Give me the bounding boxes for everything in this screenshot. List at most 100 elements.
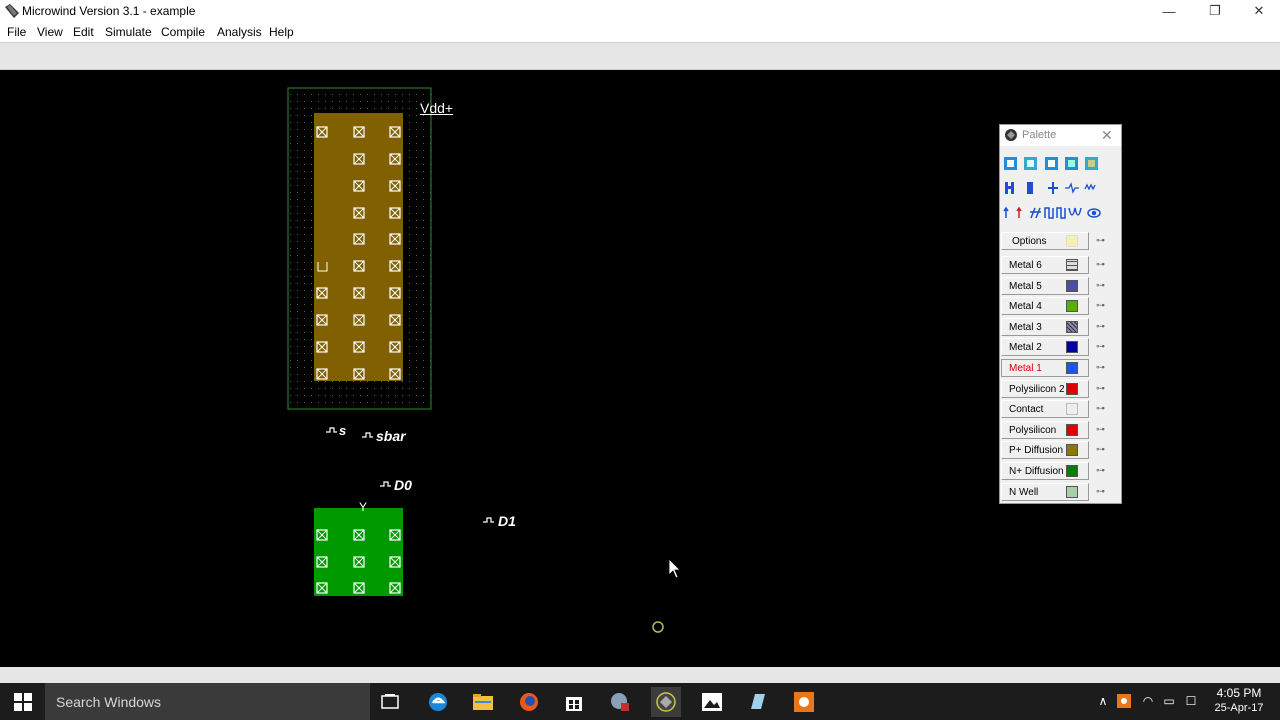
label-sbar[interactable]: sbar — [376, 428, 406, 444]
label-vdd[interactable]: Vdd+ — [420, 100, 453, 116]
palette-layer-metal-3[interactable]: Metal 3 — [1001, 318, 1089, 336]
search-box[interactable]: Search Windows — [45, 683, 370, 720]
pin-icon[interactable]: ⊶ — [1096, 300, 1105, 311]
tray-app-icon[interactable] — [1115, 692, 1133, 710]
palette-layer-metal-2[interactable]: Metal 2 — [1001, 338, 1089, 356]
menu-view[interactable]: View — [37, 25, 63, 39]
palette-layer-p-diffusion[interactable]: P+ Diffusion — [1001, 441, 1089, 459]
palette-tool-icons — [1003, 157, 1101, 219]
input-signal-icons — [326, 427, 494, 523]
pin-icon[interactable]: ⊶ — [1096, 362, 1105, 373]
layer-swatch — [1066, 486, 1078, 498]
pin-icon[interactable]: ⊶ — [1096, 321, 1105, 332]
layer-swatch — [1066, 444, 1078, 456]
clock-date[interactable]: 25-Apr-17 — [1210, 702, 1268, 714]
palette-close-button[interactable]: ✕ — [1101, 127, 1113, 144]
menu-compile[interactable]: Compile — [161, 25, 205, 39]
layer-label: Metal 4 — [1009, 301, 1042, 312]
tray-chevron-up-icon[interactable]: ∧ — [1094, 692, 1112, 710]
palette-layer-metal-6[interactable]: Metal 6 — [1001, 256, 1089, 274]
palette-window: Palette ✕ Options ⊶ Metal 6 ⊶ Metal 5 ⊶ … — [999, 124, 1122, 504]
layer-swatch — [1066, 465, 1078, 477]
app-page-icon[interactable] — [743, 687, 773, 717]
layer-swatch — [1066, 362, 1078, 374]
layer-swatch — [1066, 280, 1078, 292]
layer-swatch — [1066, 321, 1078, 333]
palette-layer-n-diffusion[interactable]: N+ Diffusion — [1001, 462, 1089, 480]
menu-analysis[interactable]: Analysis — [217, 25, 262, 39]
maximize-button[interactable]: ❐ — [1192, 0, 1238, 22]
clock-time[interactable]: 4:05 PM — [1212, 686, 1266, 700]
pin-icon[interactable]: ⊶ — [1096, 424, 1105, 435]
layer-swatch — [1066, 424, 1078, 436]
options-swatch — [1066, 235, 1078, 247]
layer-label: Polysilicon — [1009, 425, 1057, 436]
layer-label: Metal 1 — [1009, 363, 1042, 374]
menu-help[interactable]: Help — [269, 25, 294, 39]
menu-file[interactable]: File — [7, 25, 26, 39]
microwind-app-icon — [5, 4, 19, 18]
minimize-button[interactable]: — — [1146, 0, 1192, 22]
search-placeholder: Search Windows — [56, 694, 162, 710]
windows-logo-icon — [14, 693, 32, 711]
file-explorer-icon[interactable] — [468, 687, 498, 717]
menu-edit[interactable]: Edit — [73, 25, 94, 39]
photos-icon[interactable] — [697, 687, 727, 717]
palette-layer-n-well[interactable]: N Well — [1001, 483, 1089, 501]
start-button[interactable] — [8, 687, 38, 717]
pin-icon[interactable]: ⊶ — [1096, 403, 1105, 414]
layer-swatch — [1066, 259, 1078, 271]
firefox-icon[interactable] — [514, 687, 544, 717]
status-strip — [0, 667, 1280, 683]
palette-tool-row-3 — [1003, 206, 1101, 219]
p-diffusion — [314, 113, 403, 381]
pin-icon[interactable]: ⊶ — [1096, 259, 1105, 270]
layer-label: Contact — [1009, 404, 1044, 415]
store-icon[interactable] — [559, 687, 589, 717]
pin-icon[interactable]: ⊶ — [1096, 383, 1105, 394]
layer-label: Metal 3 — [1009, 322, 1042, 333]
layer-swatch — [1066, 300, 1078, 312]
app-orange-icon[interactable] — [789, 687, 819, 717]
label-d1[interactable]: D1 — [498, 513, 516, 529]
pin-icon[interactable]: ⊶ — [1096, 465, 1105, 476]
pin-icon[interactable]: ⊶ — [1096, 341, 1105, 352]
cursor-target-circle — [652, 621, 664, 633]
notification-icon[interactable]: ☐ — [1182, 692, 1200, 710]
battery-icon[interactable]: ▭ — [1160, 692, 1178, 710]
palette-app-icon — [1005, 129, 1017, 141]
layer-label: P+ Diffusion — [1009, 445, 1064, 456]
palette-layer-metal-5[interactable]: Metal 5 — [1001, 277, 1089, 295]
label-y[interactable]: Y — [359, 500, 367, 514]
pin-icon[interactable]: ⊶ — [1096, 444, 1105, 455]
microwind-taskbar-icon[interactable] — [651, 687, 681, 717]
layer-label: Metal 6 — [1009, 260, 1042, 271]
task-view-icon[interactable] — [375, 687, 405, 717]
layer-swatch — [1066, 403, 1078, 415]
palette-layer-contact[interactable]: Contact — [1001, 400, 1089, 418]
layer-label: N+ Diffusion — [1009, 466, 1064, 477]
pin-icon[interactable]: ⊶ — [1096, 235, 1105, 246]
wifi-icon[interactable]: ◠ — [1139, 692, 1157, 710]
palette-layer-polysilicon[interactable]: Polysilicon — [1001, 421, 1089, 439]
layer-label: Metal 2 — [1009, 342, 1042, 353]
palette-title: Palette — [1022, 129, 1057, 141]
palette-titlebar[interactable]: Palette ✕ — [1000, 125, 1121, 146]
label-d0[interactable]: D0 — [394, 477, 412, 493]
windows-taskbar: Search Windows ∧ ◠ ▭ ☐ 4:05 PM 25-Apr-17 — [0, 683, 1280, 720]
layer-label: Polysilicon 2 — [1009, 384, 1065, 395]
layer-swatch — [1066, 341, 1078, 353]
pin-icon[interactable]: ⊶ — [1096, 486, 1105, 497]
pin-icon[interactable]: ⊶ — [1096, 280, 1105, 291]
edge-browser-icon[interactable] — [423, 687, 453, 717]
palette-layer-metal-1[interactable]: Metal 1 — [1001, 359, 1089, 377]
palette-layer-metal-4[interactable]: Metal 4 — [1001, 297, 1089, 315]
palette-layer-polysilicon-2[interactable]: Polysilicon 2 — [1001, 380, 1089, 398]
palette-options-button[interactable]: Options — [1001, 232, 1089, 250]
palette-tool-row-1 — [1004, 157, 1098, 170]
label-s[interactable]: s — [339, 423, 346, 438]
close-button[interactable]: ✕ — [1236, 0, 1280, 22]
menu-simulate[interactable]: Simulate — [105, 25, 152, 39]
toolbar-area — [0, 42, 1280, 70]
app-globe-icon[interactable] — [605, 687, 635, 717]
